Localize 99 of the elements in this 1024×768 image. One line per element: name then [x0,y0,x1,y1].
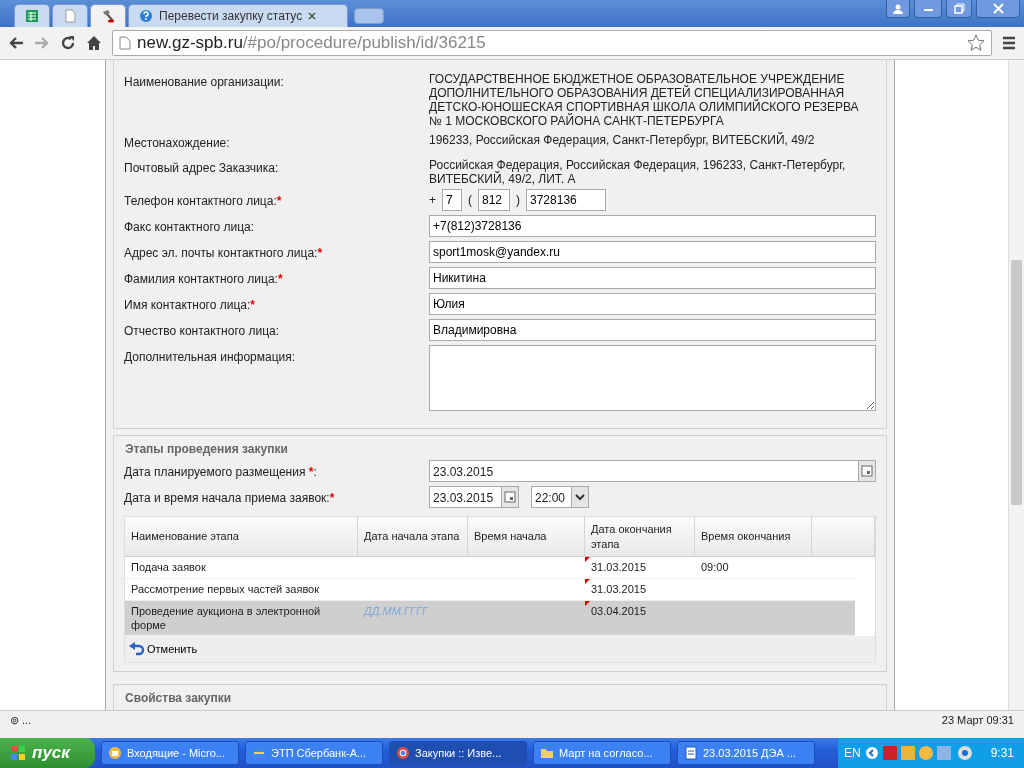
field-label: Адрес эл. почты контактного лица: [124,246,318,260]
scrollbar[interactable] [1008,60,1024,710]
field-label: Телефон контактного лица: [124,194,277,208]
minimize-button[interactable] [914,0,942,18]
field-value: Российская Федерация, Российская Федерация, 196233, Санкт-Петербург, ВИТЕБСКИЙ, 49/2, ЛИТ. А [429,158,847,186]
date-field[interactable]: 23.03.2015 [429,486,519,508]
field-label: Факс контактного лица: [124,220,255,234]
home-icon[interactable] [86,35,102,51]
field-label: Имя контактного лица: [124,298,251,312]
table-row[interactable]: Проведение аукциона в электронной форме ДД.ММ.ГГГГ 03.04.2015 [125,601,855,636]
table-cell: 09:00 [701,561,729,573]
changed-marker [585,601,590,606]
column-header[interactable]: Наименование этапа [125,517,358,556]
text-field[interactable]: Никитина [429,267,876,289]
time-dropdown[interactable]: 22:00 [531,486,589,508]
field-label: : [313,465,317,479]
taskbar-button[interactable]: ЭТП Сбербанк-А... [245,741,383,765]
bracket-text: ) [516,192,520,209]
close-button[interactable] [976,0,1020,18]
table-row[interactable]: Подача заявок 31.03.2015 09:00 [125,557,855,579]
status-text: 23 Март 09:31 [941,713,1014,729]
table-cell: 31.03.2015 [591,583,647,595]
taskbar-button[interactable]: Входящие - Micro... [101,741,239,765]
column-header[interactable]: Время окончания [695,517,812,556]
taskbar-button[interactable]: Март на согласо... [533,741,671,765]
document-icon [684,746,698,760]
page-icon [119,36,131,50]
folder-icon [540,746,554,760]
field-label: Дата и время начала приема заявок: [124,491,330,505]
field-label: Почтовый адрес Заказчика: [124,161,279,175]
required-mark: * [329,491,335,505]
field-value: 196233, Российская Федерация, Санкт-Петербург, ВИТЕБСКИЙ, 49/2 [429,133,816,147]
restore-icon [953,3,965,14]
table-cell: Проведение аукциона в электронной форме [131,605,321,631]
calendar-icon[interactable] [504,491,516,503]
phone-number-field[interactable]: 3728136 [526,189,606,211]
text-field[interactable]: Юлия [429,293,876,315]
restore-button[interactable] [946,0,972,18]
star-icon[interactable] [967,34,985,52]
date-field[interactable]: 23.03.2015 [429,460,876,482]
menu-icon[interactable] [1002,36,1016,50]
text-field[interactable]: +7(812)3728136 [429,215,876,237]
browser-tab[interactable]: Перевести закупку статус [128,4,348,27]
column-header[interactable]: Дата начала этапа [358,517,468,556]
text-field[interactable]: sport1mosk@yandex.ru [429,241,876,263]
changed-marker [585,557,590,562]
browser-icon [396,746,410,760]
changed-marker [585,579,590,584]
country-code-field[interactable]: 7 [442,189,462,211]
column-header[interactable]: Время начала [468,517,585,556]
status-text: ⊚ ... [10,713,32,729]
table-cell: Рассмотрение первых частей заявок [131,583,320,595]
person-icon [893,3,903,14]
field-label: Дата планируемого размещения [124,465,307,479]
chevron-icon[interactable] [864,746,879,760]
table-icon [25,9,39,23]
browser-tab[interactable] [52,4,88,27]
field-value: ГОСУДАРСТВЕННОЕ БЮДЖЕТНОЕ ОБРАЗОВАТЕЛЬНОЕ УЧРЕЖДЕНИЕ ДОПОЛНИТЕЛЬНОГО ОБРАЗОВАНИЯ ДЕТЕЙ СПЕЦИАЛИЗИРОВАННАЯ ДЕТСКО-ЮНОШЕСКАЯ СПОРТИВНАЯ ШКОЛА ОЛИМПИЙСКОГО РЕЗЕРВА № 1 МОСКОВСКОГО РАЙОНА САНКТ-ПЕТЕРБУРГА [429,72,860,128]
network-icon[interactable] [956,745,973,761]
back-icon[interactable] [8,36,24,50]
field-label: Фамилия контактного лица: [124,272,278,286]
undo-icon [129,642,145,656]
address-bar[interactable]: new.gz-spb.ru/#po/procedure/publish/id/36215 [112,30,992,56]
text-field[interactable]: Владимировна [429,319,876,341]
area-code-field[interactable]: 812 [478,189,510,211]
page-icon [63,9,77,23]
field-label: Дополнительная информация: [124,350,296,364]
required-mark: * [277,272,283,286]
column-header[interactable]: Дата окончания этапа [585,517,695,556]
browser-tab[interactable] [90,4,126,27]
bracket-text: ( [468,192,472,209]
hammer-icon [101,9,115,23]
plus-sign: + [429,192,436,209]
table-cell: 03.04.2015 [591,605,647,617]
url-text: new.gz-spb.ru/#po/procedure/publish/id/36215 [137,32,486,55]
taskbar-button[interactable]: 23.03.2015 ДЭА ... [677,741,815,765]
caret-icon [575,493,585,501]
table-cell: 31.03.2015 [591,561,647,573]
profile-button[interactable] [886,0,910,18]
field-label: Местонахождение: [124,136,230,150]
calendar-icon[interactable] [861,465,873,477]
windows-logo-icon [10,745,26,761]
required-mark: * [317,246,323,260]
help-icon [139,9,153,23]
envelope-icon [108,746,122,760]
field-label: Отчество контактного лица: [124,324,280,338]
field-label: Наименование организации: [124,75,284,89]
reload-icon[interactable] [60,35,76,51]
required-mark: * [250,298,255,312]
close-icon [992,3,1004,14]
clock: 9:31 [990,745,1014,762]
close-icon[interactable] [308,12,317,20]
table-cell: Подача заявок [131,561,206,573]
tab-title: Перевести закупку статус [159,8,303,25]
cancel-button[interactable]: Отменить [129,640,198,658]
globe-icon [252,746,266,760]
required-mark: * [276,194,282,208]
tray-icons-drawing[interactable] [882,745,953,761]
taskbar-button[interactable]: Закупки :: Изве... [389,741,527,765]
